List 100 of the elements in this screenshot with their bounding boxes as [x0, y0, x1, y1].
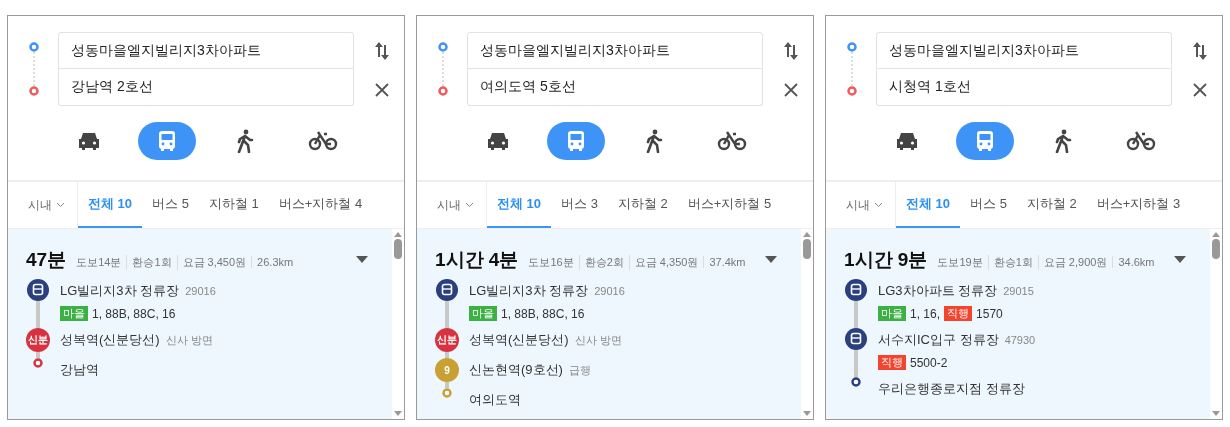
- bus-mode-button[interactable]: [138, 122, 196, 160]
- walking-person-icon: [236, 129, 254, 153]
- destination-field[interactable]: 시청역 1호선: [876, 69, 1172, 106]
- stop-note: 29016: [185, 285, 216, 297]
- subway-line-badge: 신분: [435, 328, 459, 352]
- filter-tab[interactable]: 버스 3: [551, 182, 608, 228]
- bus-icon: [156, 130, 178, 152]
- route-pins-icon: [28, 40, 40, 98]
- chevron-down-icon: [874, 202, 883, 208]
- scroll-thumb[interactable]: [1212, 239, 1220, 259]
- scroll-thumb[interactable]: [394, 239, 402, 259]
- bus-numbers: 1, 88B, 88C, 16: [92, 306, 176, 321]
- route-detail: 도보14분: [75, 255, 123, 270]
- scroll-thumb[interactable]: [803, 239, 811, 259]
- route-pins-icon: [437, 40, 449, 98]
- walking-person-icon: [1054, 129, 1072, 153]
- filter-tab[interactable]: 버스+지하철 3: [1086, 182, 1191, 228]
- stop-name: LG3차아파트 정류장: [878, 282, 998, 300]
- stop-name: 강남역: [60, 361, 99, 379]
- stop-name: LG빌리지3차 정류장: [60, 282, 180, 300]
- stop-name: 여의도역: [469, 391, 521, 409]
- swap-icon[interactable]: [783, 41, 799, 61]
- car-icon: [486, 131, 510, 151]
- stop-name: 신논현역(9호선): [469, 361, 563, 379]
- bus-type-badge: 직행: [944, 306, 973, 321]
- swap-icon[interactable]: [374, 41, 390, 61]
- subway-line-badge: 신분: [26, 328, 50, 352]
- route-detail: 26.3km: [251, 256, 299, 268]
- destination-field[interactable]: 여의도역 5호선: [467, 69, 763, 106]
- stop-note: 29016: [594, 285, 625, 297]
- scrollbar[interactable]: [392, 229, 404, 419]
- route-card[interactable]: 47분 도보14분 환승1회 요금 3,450원 26.3km LG빌리지3차 정류장 29016 마을 1, 88B, 88C, 16 신분 성복역(신분당선) 신사 방면 강남역: [8, 229, 392, 419]
- route-detail: 요금 4,350원: [628, 255, 704, 270]
- stop-note: 47930: [1004, 334, 1036, 346]
- car-icon: [895, 131, 919, 151]
- scroll-down-icon[interactable]: [394, 411, 402, 417]
- route-duration: 1시간 9분: [844, 248, 928, 272]
- route-duration: 47분: [26, 248, 67, 272]
- caret-down-icon[interactable]: [765, 256, 777, 264]
- bus-numbers: 1570: [976, 306, 1003, 321]
- scrollbar[interactable]: [1210, 229, 1222, 419]
- close-icon[interactable]: [784, 83, 798, 97]
- bus-type-badge: 직행: [878, 355, 906, 370]
- bus-numbers: 5500-2: [910, 355, 948, 370]
- bicycle-icon: [1126, 131, 1156, 151]
- close-icon[interactable]: [375, 83, 389, 97]
- stop-note: 29015: [1003, 285, 1034, 297]
- filter-tab[interactable]: 버스+지하철 4: [268, 182, 373, 228]
- stop-note: 신사 방면: [574, 333, 622, 348]
- scrollbar[interactable]: [801, 229, 813, 419]
- swap-icon[interactable]: [1192, 41, 1208, 61]
- walking-person-icon: [645, 129, 663, 153]
- route-card[interactable]: 1시간 4분 도보16분 환승2회 요금 4,350원 37.4km LG빌리지3차 정류장 29016 마을 1, 88B, 88C, 16 신분 성복역(신분당선) 신사 방면 9 신논현역(9호선) 급행 여의도역: [417, 229, 801, 419]
- scroll-up-icon[interactable]: [394, 231, 402, 237]
- stop-name: LG빌리지3차 정류장: [469, 282, 589, 300]
- scroll-down-icon[interactable]: [803, 411, 811, 417]
- stop-name: 서수지IC입구 정류장: [878, 331, 999, 349]
- filter-tab[interactable]: 버스 5: [142, 182, 199, 228]
- origin-field[interactable]: 성동마을엘지빌리지3차아파트: [467, 32, 763, 69]
- route-detail: 37.4km: [703, 256, 751, 268]
- filter-tab[interactable]: 지하철 1: [198, 182, 269, 228]
- car-icon: [77, 131, 101, 151]
- route-detail: 환승1회: [126, 255, 177, 270]
- region-dropdown[interactable]: 시내: [826, 182, 896, 228]
- filter-tab[interactable]: 지하철 2: [1016, 182, 1087, 228]
- bus-mode-button[interactable]: [956, 122, 1014, 160]
- origin-field[interactable]: 성동마을엘지빌리지3차아파트: [876, 32, 1172, 69]
- route-card[interactable]: 1시간 9분 도보19분 환승1회 요금 2,900원 34.6km LG3차아파트 정류장 29015 마을 1, 16, 직행 1570 서수지IC입구 정류장 47930 직행 5500-2 우리은행종로지점 정류장: [826, 229, 1210, 419]
- filter-tab[interactable]: 지하철 2: [607, 182, 678, 228]
- route-detail: 도보16분: [527, 255, 575, 270]
- bus-icon: [974, 130, 996, 152]
- chevron-down-icon: [465, 202, 474, 208]
- bus-type-badge: 마을: [878, 306, 906, 321]
- route-duration: 1시간 4분: [435, 248, 519, 272]
- origin-field[interactable]: 성동마을엘지빌리지3차아파트: [58, 32, 354, 69]
- caret-down-icon[interactable]: [1174, 256, 1186, 264]
- route-pins-icon: [846, 40, 858, 98]
- bus-numbers: 1, 88B, 88C, 16: [501, 306, 585, 321]
- close-icon[interactable]: [1193, 83, 1207, 97]
- route-detail: 환승1회: [987, 255, 1038, 270]
- destination-field[interactable]: 강남역 2호선: [58, 69, 354, 106]
- scroll-up-icon[interactable]: [803, 231, 811, 237]
- region-dropdown[interactable]: 시내: [8, 182, 78, 228]
- subway-line-badge: 9: [435, 358, 459, 382]
- bus-type-badge: 마을: [469, 306, 497, 321]
- bus-mode-button[interactable]: [547, 122, 605, 160]
- stop-name: 우리은행종로지점 정류장: [878, 380, 1025, 398]
- caret-down-icon[interactable]: [356, 256, 368, 264]
- filter-tab[interactable]: 버스 5: [960, 182, 1017, 228]
- stop-name: 성복역(신분당선): [60, 331, 160, 349]
- route-detail: 34.6km: [1112, 256, 1160, 268]
- filter-tab[interactable]: 버스+지하철 5: [677, 182, 782, 228]
- scroll-down-icon[interactable]: [1212, 411, 1220, 417]
- stop-note: 급행: [568, 363, 591, 378]
- stop-note: 신사 방면: [165, 333, 213, 348]
- route-detail: 도보19분: [936, 255, 984, 270]
- stop-name: 성복역(신분당선): [469, 331, 569, 349]
- route-detail: 환승2회: [578, 255, 629, 270]
- scroll-up-icon[interactable]: [1212, 231, 1220, 237]
- region-dropdown[interactable]: 시내: [417, 182, 487, 228]
